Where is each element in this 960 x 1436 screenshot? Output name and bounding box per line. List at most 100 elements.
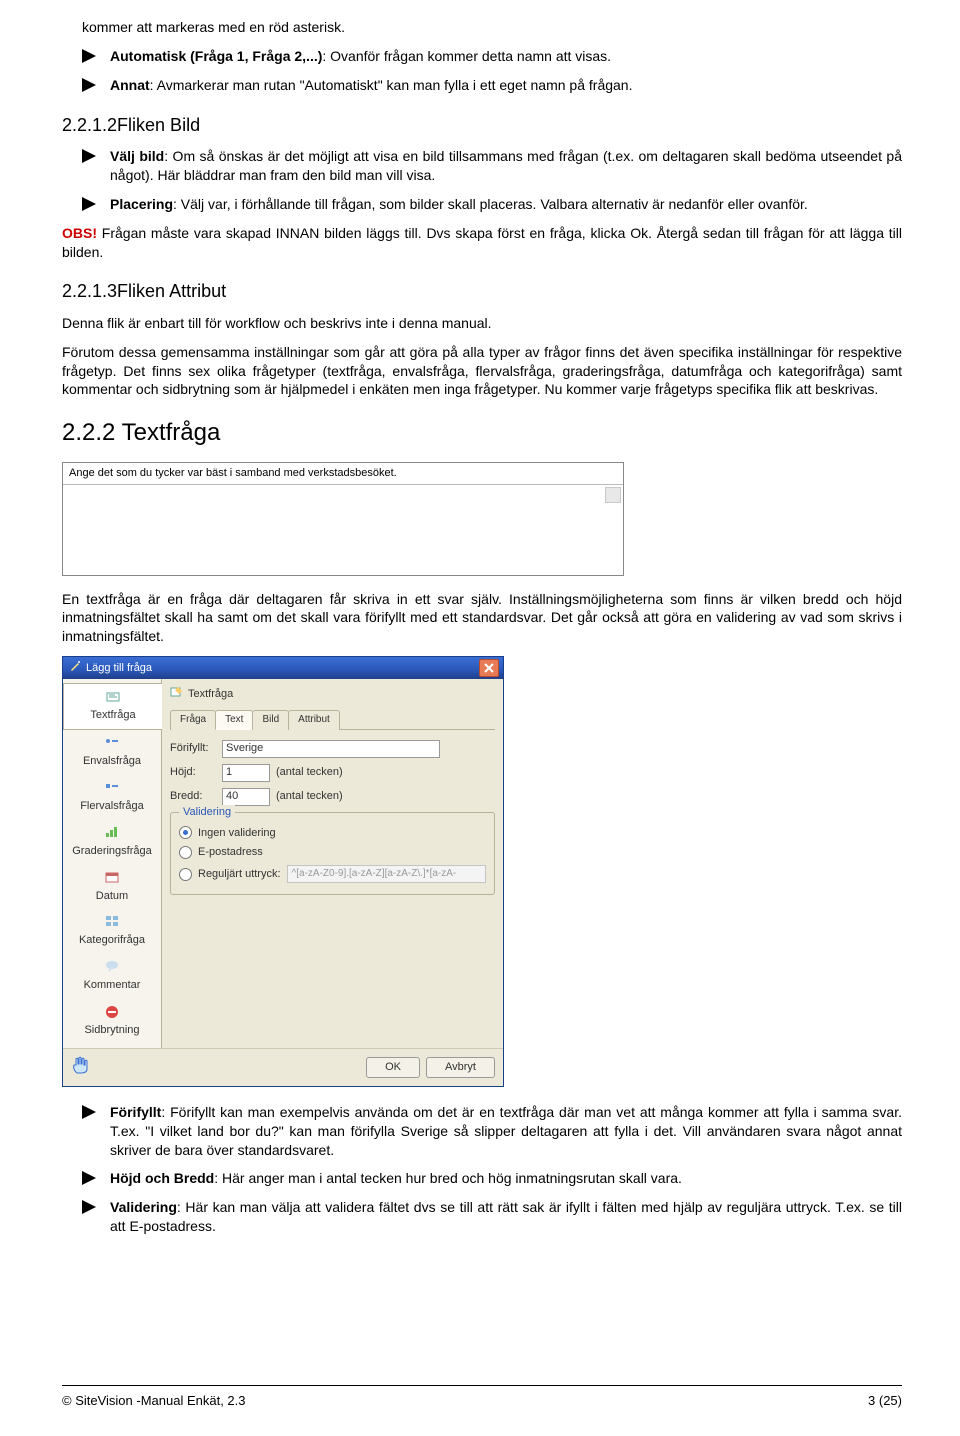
bullet-validering: Validering: Här kan man välja att valide…	[82, 1198, 902, 1236]
bullet-annat: Annat: Avmarkerar man rutan "Automatiskt…	[82, 76, 902, 95]
bullet-automatisk: Automatisk (Fråga 1, Fråga 2,...): Ovanf…	[82, 47, 902, 66]
obs-text: Frågan måste vara skapad INNAN bilden lä…	[62, 225, 902, 260]
attribut-p2: Förutom dessa gemensamma inställningar s…	[62, 343, 902, 400]
radio-ingen[interactable]: Ingen validering	[179, 826, 486, 841]
heading-fliken-bild: 2.2.1.2Fliken Bild	[62, 113, 902, 137]
bullet-bold: Automatisk (Fråga 1, Fråga 2,...)	[110, 48, 322, 64]
bullet-arrow-icon	[82, 197, 96, 216]
close-icon	[484, 663, 494, 673]
tabs: Fråga Text Bild Attribut	[170, 709, 495, 730]
bredd-label: Bredd:	[170, 789, 216, 804]
tab-bild[interactable]: Bild	[252, 710, 289, 730]
forifyllt-label: Förifyllt:	[170, 741, 216, 756]
sidebar-item-textfraga[interactable]: Textfråga	[63, 683, 162, 730]
sidebar-item-kommentar[interactable]: Kommentar	[63, 954, 161, 999]
bullet-text: : Välj var, i förhållande till frågan, s…	[173, 196, 808, 212]
sidebar-item-sidbrytning[interactable]: Sidbrytning	[63, 999, 161, 1044]
intro-line: kommer att markeras med en röd asterisk.	[82, 18, 902, 37]
tab-attribut[interactable]: Attribut	[288, 710, 340, 730]
sidebar-item-flervalsfraga[interactable]: Flervalsfråga	[63, 775, 161, 820]
bullet-bold: Placering	[110, 196, 173, 212]
panel-title: Textfråga	[170, 685, 495, 703]
radio-icon	[179, 846, 192, 859]
dialog-footer: OK Avbryt	[63, 1048, 503, 1086]
top-bullets: Automatisk (Fråga 1, Fråga 2,...): Ovanf…	[62, 47, 902, 95]
sidebar-label: Envalsfråga	[67, 754, 157, 769]
ok-button[interactable]: OK	[366, 1057, 420, 1078]
bullet-text: : Ovanför frågan kommer detta namn att v…	[322, 48, 611, 64]
bullet-arrow-icon	[82, 1171, 96, 1190]
cancel-button[interactable]: Avbryt	[426, 1057, 495, 1078]
bullet-hojd-bredd: Höjd och Bredd: Här anger man i antal te…	[82, 1169, 902, 1188]
bullet-text: : Här kan man välja att validera fältet …	[110, 1199, 902, 1234]
hojd-unit: (antal tecken)	[276, 765, 343, 780]
sidebar-item-datum[interactable]: Datum	[63, 865, 161, 910]
textfraga-p1: En textfråga är en fråga där deltagaren …	[62, 590, 902, 647]
kommentar-icon	[67, 960, 157, 976]
obs-paragraph: OBS! Frågan måste vara skapad INNAN bild…	[62, 224, 902, 262]
row-forifyllt: Förifyllt: Sverige	[170, 740, 495, 758]
dialog-body: Textfråga Envalsfråga Flervalsfråga Grad…	[63, 679, 503, 1048]
forifyllt-input[interactable]: Sverige	[222, 740, 440, 758]
tab-fraga[interactable]: Fråga	[170, 710, 216, 730]
bullet-arrow-icon	[82, 149, 96, 168]
bullet-arrow-icon	[82, 78, 96, 97]
bullet-text: : Förifyllt kan man exempelvis använda o…	[110, 1104, 902, 1158]
bullet-placering: Placering: Välj var, i förhållande till …	[82, 195, 902, 214]
radio-label: Reguljärt uttryck:	[198, 867, 281, 882]
radio-epost[interactable]: E-postadress	[179, 845, 486, 860]
sidebar-label: Kategorifråga	[67, 933, 157, 948]
radio-label: Ingen validering	[198, 826, 276, 841]
radio-label: E-postadress	[198, 845, 263, 860]
fieldset-legend: Validering	[179, 805, 235, 820]
sidebar-label: Flervalsfråga	[67, 799, 157, 814]
radio-icon	[179, 826, 192, 839]
page-footer: © SiteVision -Manual Enkät, 2.3 3 (25)	[62, 1392, 902, 1410]
sidebar-label: Sidbrytning	[67, 1023, 157, 1038]
bullet-bold: Förifyllt	[110, 1104, 161, 1120]
sidebar-label: Graderingsfråga	[67, 844, 157, 859]
bottom-bullets: Förifyllt: Förifyllt kan man exempelvis …	[62, 1103, 902, 1236]
dialog-title-text: Lägg till fråga	[86, 661, 152, 676]
sidebar-label: Kommentar	[67, 978, 157, 993]
dialog-titlebar[interactable]: Lägg till fråga	[63, 657, 503, 679]
radio-icon	[179, 868, 192, 881]
bullet-arrow-icon	[82, 1105, 96, 1124]
obs-label: OBS!	[62, 225, 97, 241]
bullet-bold: Höjd och Bredd	[110, 1170, 214, 1186]
heading-fliken-attribut: 2.2.1.3Fliken Attribut	[62, 279, 902, 303]
sidebar-item-envalsfraga[interactable]: Envalsfråga	[63, 730, 161, 775]
row-hojd: Höjd: 1 (antal tecken)	[170, 764, 495, 782]
datum-icon	[67, 871, 157, 887]
textfraga-label: Ange det som du tycker var bäst i samban…	[63, 463, 623, 485]
radio-regex[interactable]: Reguljärt uttryck: ^[a-zA-Z0-9].[a-zA-Z][…	[179, 865, 486, 883]
close-button[interactable]	[479, 659, 499, 677]
dialog-title: Lägg till fråga	[69, 660, 152, 677]
bullet-text: : Här anger man i antal tecken hur bred …	[214, 1170, 682, 1186]
dialog-main: Textfråga Fråga Text Bild Attribut Förif…	[162, 679, 503, 1048]
envalsfraga-icon	[67, 736, 157, 752]
sidebar-item-kategorifraga[interactable]: Kategorifråga	[63, 909, 161, 954]
hojd-input[interactable]: 1	[222, 764, 270, 782]
bullet-bold: Välj bild	[110, 148, 164, 164]
kategorifraga-icon	[67, 915, 157, 931]
panel-title-text: Textfråga	[188, 687, 233, 702]
bredd-input[interactable]: 40	[222, 788, 270, 806]
graderingsfraga-icon	[67, 826, 157, 842]
regex-input[interactable]: ^[a-zA-Z0-9].[a-zA-Z][a-zA-Z\.]*[a-zA-	[287, 865, 486, 883]
sidebar-label: Textfråga	[68, 708, 158, 723]
sidebar-item-graderingsfraga[interactable]: Graderingsfråga	[63, 820, 161, 865]
bullet-bold: Annat	[110, 77, 150, 93]
dialog-buttons: OK Avbryt	[366, 1057, 495, 1078]
bredd-unit: (antal tecken)	[276, 789, 343, 804]
document-page: kommer att markeras med en röd asterisk.…	[0, 0, 960, 1436]
textfraga-textarea[interactable]	[63, 485, 623, 575]
attribut-p1: Denna flik är enbart till för workflow o…	[62, 314, 902, 333]
bullet-arrow-icon	[82, 1200, 96, 1219]
sidbrytning-icon	[67, 1005, 157, 1021]
wand-icon	[69, 660, 81, 677]
fieldset-validering: Validering Ingen validering E-postadress…	[170, 812, 495, 896]
flervalsfraga-icon	[67, 781, 157, 797]
bullet-bold: Validering	[110, 1199, 177, 1215]
tab-text[interactable]: Text	[215, 710, 253, 730]
